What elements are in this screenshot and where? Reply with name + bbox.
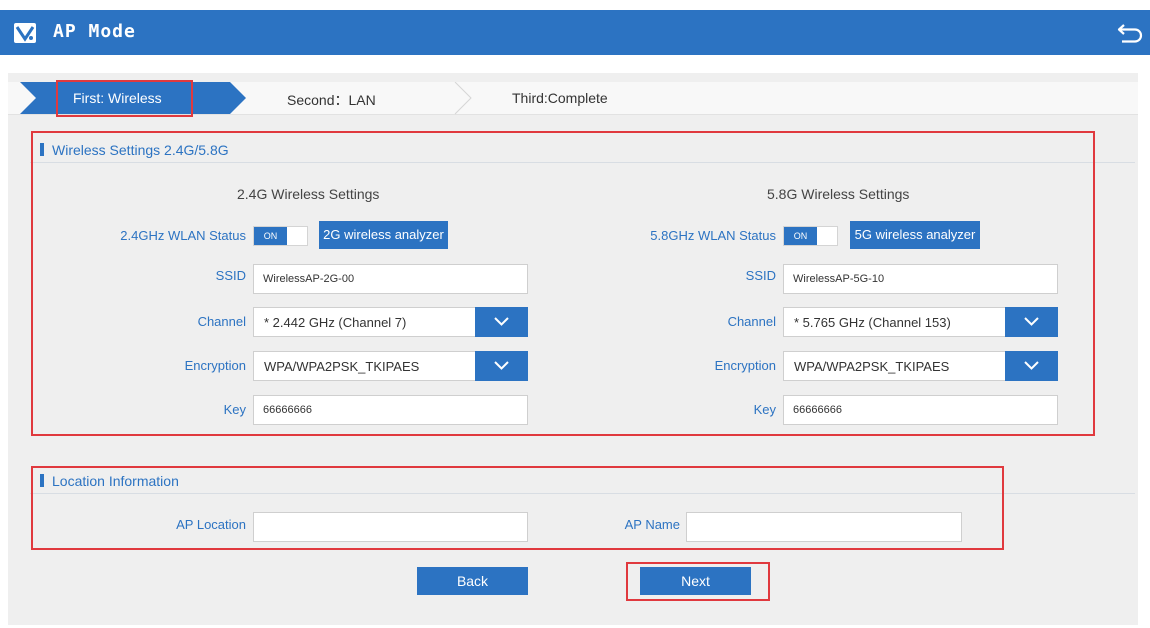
band24-key-input[interactable]	[253, 395, 528, 425]
band58-channel-select[interactable]: * 5.765 GHz (Channel 153)	[783, 307, 1058, 337]
return-icon[interactable]	[1116, 20, 1144, 46]
band24-encryption-dropdown[interactable]	[475, 351, 528, 381]
band58-ssid-label: SSID	[745, 268, 776, 283]
location-section-title: Location Information	[40, 473, 179, 489]
band24-encryption-value: WPA/WPA2PSK_TKIPAES	[264, 359, 420, 374]
header-bar: AP Mode	[0, 10, 1150, 55]
band24-encryption-select[interactable]: WPA/WPA2PSK_TKIPAES	[253, 351, 528, 381]
next-button[interactable]: Next	[640, 567, 751, 595]
band24-ssid-label: SSID	[215, 268, 246, 283]
step-second-lan[interactable]: Second：LAN	[287, 90, 376, 110]
band58-wlan-toggle[interactable]: ON	[783, 226, 838, 246]
band24-toggle-on: ON	[254, 227, 287, 245]
band24-channel-dropdown[interactable]	[475, 307, 528, 337]
logo-icon	[14, 23, 36, 43]
ap-name-label: AP Name	[624, 517, 680, 532]
chevron-down-icon	[1024, 361, 1039, 370]
location-divider	[30, 493, 1135, 494]
band58-key-label: Key	[753, 402, 776, 417]
wireless-section-label: Wireless Settings 2.4G/5.8G	[52, 142, 229, 158]
chevron-down-icon	[494, 317, 509, 326]
band24-channel-select[interactable]: * 2.442 GHz (Channel 7)	[253, 307, 528, 337]
band24-title: 2.4G Wireless Settings	[237, 186, 380, 202]
band58-channel-dropdown[interactable]	[1005, 307, 1058, 337]
ap-name-input[interactable]	[686, 512, 962, 542]
band24-channel-value: * 2.442 GHz (Channel 7)	[264, 315, 407, 330]
band58-title: 5.8G Wireless Settings	[767, 186, 910, 202]
band24-analyzer-button[interactable]: 2G wireless analyzer	[319, 221, 448, 249]
step-first-wireless[interactable]: First: Wireless	[73, 90, 162, 106]
chevron-down-icon	[1024, 317, 1039, 326]
section-bar-icon	[40, 474, 44, 487]
ap-location-label: AP Location	[176, 517, 246, 532]
band24-wlan-toggle[interactable]: ON	[253, 226, 308, 246]
page-title: AP Mode	[53, 21, 136, 42]
ap-location-input[interactable]	[253, 512, 528, 542]
band58-toggle-on: ON	[784, 227, 817, 245]
band58-status-label: 5.8GHz WLAN Status	[650, 228, 776, 243]
band58-channel-value: * 5.765 GHz (Channel 153)	[794, 315, 951, 330]
band58-encryption-label: Encryption	[714, 358, 776, 373]
band58-encryption-select[interactable]: WPA/WPA2PSK_TKIPAES	[783, 351, 1058, 381]
band24-key-label: Key	[223, 402, 246, 417]
chevron-down-icon	[494, 361, 509, 370]
band58-analyzer-button[interactable]: 5G wireless analyzer	[850, 221, 980, 249]
band58-channel-label: Channel	[727, 314, 776, 329]
section-bar-icon	[40, 143, 44, 156]
band58-ssid-input[interactable]	[783, 264, 1058, 294]
location-section-label: Location Information	[52, 473, 179, 489]
band24-channel-label: Channel	[197, 314, 246, 329]
band58-key-input[interactable]	[783, 395, 1058, 425]
band58-encryption-value: WPA/WPA2PSK_TKIPAES	[794, 359, 950, 374]
wireless-section-title: Wireless Settings 2.4G/5.8G	[40, 142, 229, 158]
step-third-complete[interactable]: Third:Complete	[512, 90, 608, 106]
band24-encryption-label: Encryption	[184, 358, 246, 373]
band24-status-label: 2.4GHz WLAN Status	[120, 228, 246, 243]
band58-encryption-dropdown[interactable]	[1005, 351, 1058, 381]
back-button[interactable]: Back	[417, 567, 528, 595]
wireless-divider	[30, 162, 1135, 163]
band24-ssid-input[interactable]	[253, 264, 528, 294]
